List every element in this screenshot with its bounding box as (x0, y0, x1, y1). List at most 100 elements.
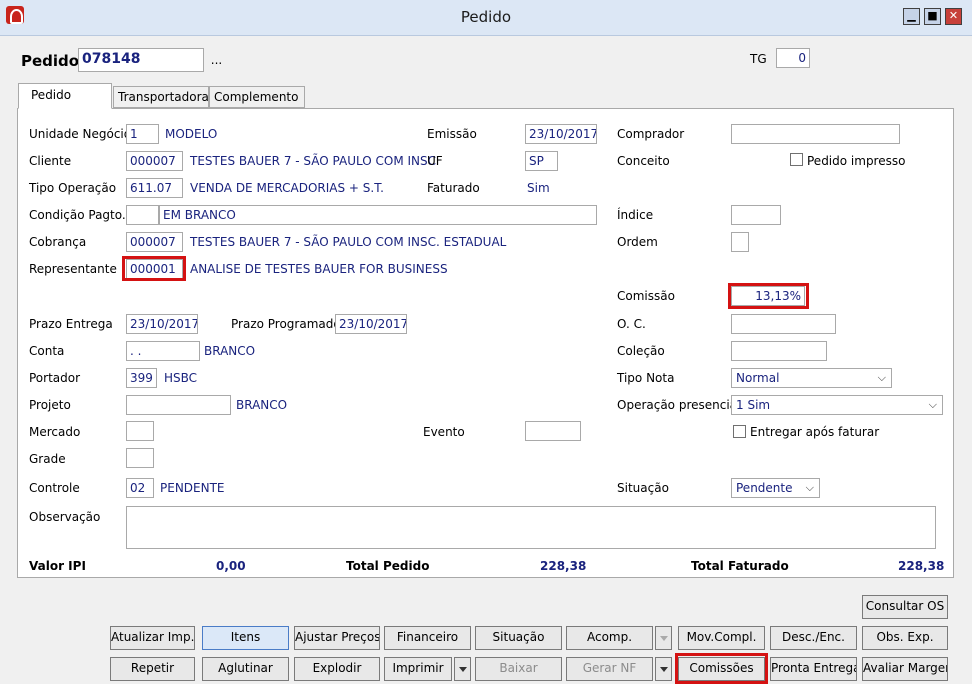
oc-input[interactable] (731, 314, 836, 334)
comissao-highlight (728, 283, 809, 309)
projeto-label: Projeto (29, 398, 71, 412)
pronta-entrega-button[interactable]: Pronta Entrega (770, 657, 857, 681)
condicao-code-input[interactable] (126, 205, 159, 225)
gerar-nf-button[interactable]: Gerar NF (566, 657, 653, 681)
financeiro-button[interactable]: Financeiro (384, 626, 471, 650)
valor-ipi-label: Valor IPI (29, 559, 86, 573)
atualizar-imp-button[interactable]: Atualizar Imp. (110, 626, 195, 650)
controle-code-input[interactable]: 02 (126, 478, 154, 498)
representante-label: Representante (29, 262, 117, 276)
repetir-button[interactable]: Repetir (110, 657, 195, 681)
evento-label: Evento (423, 425, 465, 439)
comprador-label: Comprador (617, 127, 685, 141)
desc-enc-button[interactable]: Desc./Enc. (770, 626, 857, 650)
itens-button[interactable]: Itens (202, 626, 289, 650)
mercado-input[interactable] (126, 421, 154, 441)
condicao-name-field[interactable]: EM BRANCO (159, 205, 597, 225)
close-icon[interactable]: ✕ (945, 8, 962, 25)
unidade-code-input[interactable]: 1 (126, 124, 159, 144)
unidade-name: MODELO (165, 127, 218, 141)
obs-exp-button[interactable]: Obs. Exp. (862, 626, 948, 650)
ajustar-precos-button[interactable]: Ajustar Preços (294, 626, 380, 650)
baixar-button[interactable]: Baixar (475, 657, 562, 681)
observacao-textarea[interactable] (126, 506, 936, 549)
minimize-icon[interactable]: ▁ (903, 8, 920, 25)
uf-label: UF (427, 154, 443, 168)
maximize-icon[interactable]: ■ (924, 8, 941, 25)
browse-button[interactable]: ... (204, 48, 229, 72)
tab-transportadora[interactable]: Transportadora (113, 86, 209, 108)
total-pedido-label: Total Pedido (346, 559, 430, 573)
conta-name: BRANCO (204, 344, 256, 358)
explodir-button[interactable]: Explodir (294, 657, 380, 681)
tipo-operacao-label: Tipo Operação (29, 181, 117, 195)
comissao-label: Comissão (617, 289, 675, 303)
grade-input[interactable] (126, 448, 154, 468)
pedido-impresso-label: Pedido impresso (807, 154, 906, 168)
valor-ipi-value: 0,00 (216, 559, 246, 573)
total-faturado-label: Total Faturado (691, 559, 789, 573)
tab-complemento[interactable]: Complemento (209, 86, 305, 108)
total-pedido-value: 228,38 (540, 559, 587, 573)
operacao-presencial-select[interactable]: 1 Sim ⌵ (731, 395, 943, 415)
condicao-label: Condição Pagto. (29, 208, 126, 222)
cliente-name: TESTES BAUER 7 - SÃO PAULO COM INSC (190, 154, 437, 168)
evento-input[interactable] (525, 421, 581, 441)
entregar-label: Entregar após faturar (750, 425, 880, 439)
entregar-checkbox[interactable] (733, 425, 746, 438)
projeto-input[interactable] (126, 395, 231, 415)
situacao-value: Pendente (736, 481, 793, 495)
acomp-button[interactable]: Acomp. (566, 626, 653, 650)
cobranca-label: Cobrança (29, 235, 87, 249)
situacao-button[interactable]: Situação (475, 626, 562, 650)
tipo-nota-select[interactable]: Normal ⌵ (731, 368, 892, 388)
prazo-entrega-label: Prazo Entrega (29, 317, 113, 331)
imprimir-dropdown-icon[interactable] (454, 657, 471, 681)
gerar-nf-dropdown-icon[interactable] (655, 657, 672, 681)
tg-input[interactable]: 0 (776, 48, 810, 68)
tipo-operacao-code-input[interactable]: 611.07 (126, 178, 183, 198)
pedido-label: Pedido (21, 52, 80, 70)
emissao-label: Emissão (427, 127, 477, 141)
prazo-entrega-input[interactable]: 23/10/2017 (126, 314, 198, 334)
colecao-label: Coleção (617, 344, 665, 358)
consultar-os-button[interactable]: Consultar OS (862, 595, 948, 619)
situacao-select[interactable]: Pendente ⌵ (731, 478, 820, 498)
ordem-input[interactable] (731, 232, 749, 252)
pedido-number-input[interactable]: 078148 (78, 48, 204, 72)
imprimir-button[interactable]: Imprimir (384, 657, 452, 681)
faturado-label: Faturado (427, 181, 480, 195)
uf-input[interactable]: SP (525, 151, 558, 171)
title-bar: Pedido (0, 0, 972, 36)
emissao-input[interactable]: 23/10/2017 (525, 124, 597, 144)
cobranca-code-input[interactable]: 000007 (126, 232, 183, 252)
chevron-down-icon: ⌵ (928, 398, 937, 411)
pedido-impresso-checkbox[interactable] (790, 153, 803, 166)
tab-pedido[interactable]: Pedido (18, 83, 112, 109)
app-logo-icon (6, 6, 24, 24)
projeto-name: BRANCO (236, 398, 288, 412)
situacao-label: Situação (617, 481, 669, 495)
colecao-input[interactable] (731, 341, 827, 361)
mov-compl-button[interactable]: Mov.Compl. (678, 626, 765, 650)
observacao-label: Observação (29, 510, 101, 524)
comprador-input[interactable] (731, 124, 900, 144)
grade-label: Grade (29, 452, 66, 466)
avaliar-margem-button[interactable]: Avaliar Margem (862, 657, 948, 681)
portador-code-input[interactable]: 399 (126, 368, 157, 388)
tg-label: TG (750, 52, 767, 66)
prazo-programado-label: Prazo Programado (231, 317, 341, 331)
ordem-label: Ordem (617, 235, 658, 249)
portador-label: Portador (29, 371, 81, 385)
conta-input[interactable]: . . (126, 341, 200, 361)
operacao-presencial-label: Operação presencial (617, 398, 741, 412)
acomp-dropdown-icon[interactable] (655, 626, 672, 650)
window-title: Pedido (460, 8, 512, 26)
cliente-code-input[interactable]: 000007 (126, 151, 183, 171)
indice-input[interactable] (731, 205, 781, 225)
faturado-value: Sim (527, 181, 550, 195)
representante-highlight (122, 256, 186, 281)
representante-name: ANALISE DE TESTES BAUER FOR BUSINESS (190, 262, 448, 276)
aglutinar-button[interactable]: Aglutinar (202, 657, 289, 681)
prazo-programado-input[interactable]: 23/10/2017 (335, 314, 407, 334)
